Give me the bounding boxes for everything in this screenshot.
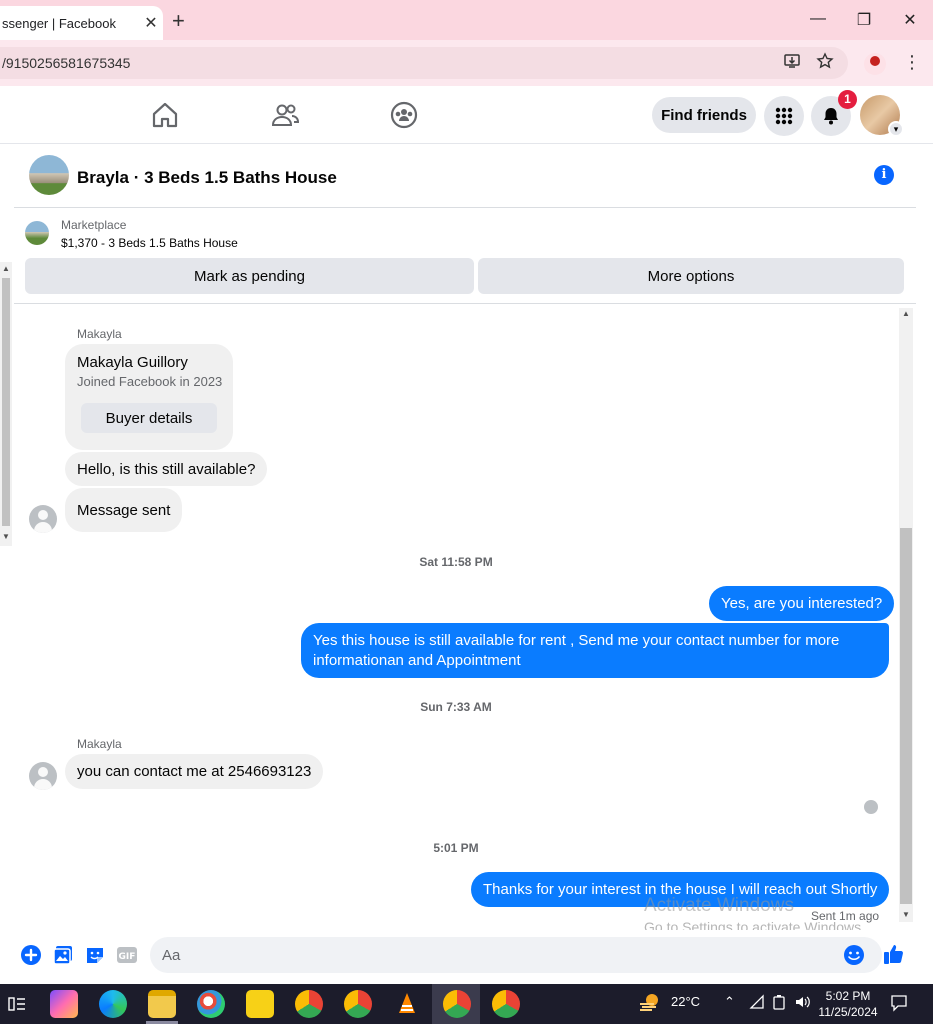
conversation-header: Brayla · 3 Beds 1.5 Baths House i <box>14 144 916 208</box>
message-bubble-outgoing[interactable]: Yes this house is still available for re… <box>301 623 889 678</box>
clock-date: 11/25/2024 <box>818 1005 878 1019</box>
buyer-card: Makayla Guillory Joined Facebook in 2023… <box>65 344 233 450</box>
sender-avatar[interactable] <box>29 762 57 790</box>
install-app-icon[interactable] <box>782 52 802 75</box>
listing-price-title[interactable]: $1,370 - 3 Beds 1.5 Baths House <box>61 236 238 250</box>
photo-icon[interactable] <box>52 944 74 966</box>
browser-profile-icon[interactable] <box>864 53 886 75</box>
plus-icon[interactable] <box>20 944 42 966</box>
volume-icon[interactable] <box>794 994 812 1013</box>
show-hidden-icons-chevron-icon[interactable]: ⌃ <box>724 994 735 1010</box>
notification-center-icon[interactable] <box>890 994 908 1015</box>
buyer-joined: Joined Facebook in 2023 <box>77 374 223 389</box>
activate-windows-title: Activate Windows <box>644 895 794 916</box>
tab-title: ssenger | Facebook <box>2 15 116 31</box>
chevron-down-icon: ▾ <box>888 121 904 137</box>
page-scrollbar-thumb[interactable] <box>2 278 10 526</box>
marketplace-label: Marketplace <box>61 218 127 232</box>
conversation-title[interactable]: Brayla · 3 Beds 1.5 Baths House <box>77 168 337 188</box>
message-thread: Makayla Makayla Guillory Joined Facebook… <box>14 304 916 930</box>
emoji-icon[interactable] <box>843 944 865 966</box>
message-bubble-outgoing[interactable]: Yes, are you interested? <box>709 586 895 621</box>
like-icon[interactable] <box>882 942 906 966</box>
thread-scrollbar-thumb[interactable] <box>900 528 912 904</box>
url-text: /9150256581675345 <box>2 55 131 71</box>
paint-icon[interactable] <box>197 990 225 1018</box>
sticky-notes-icon[interactable] <box>246 990 274 1018</box>
browser-tab-strip: ssenger | Facebook ✕ + — ❐ ✕ <box>0 0 933 40</box>
bell-icon <box>824 108 838 125</box>
svg-text:GIF: GIF <box>119 952 136 962</box>
listing-small-thumbnail[interactable] <box>25 221 49 245</box>
find-friends-button[interactable]: Find friends <box>652 97 756 133</box>
message-bubble-incoming[interactable]: Hello, is this still available? <box>65 452 268 486</box>
menu-grid-icon[interactable] <box>764 96 804 136</box>
gif-icon[interactable]: GIF <box>116 944 138 966</box>
groups-icon[interactable] <box>389 100 419 130</box>
chrome-icon[interactable] <box>344 990 372 1018</box>
tab-close-icon[interactable]: ✕ <box>139 13 163 33</box>
network-icon[interactable] <box>749 994 765 1013</box>
buyer-name: Makayla Guillory <box>77 354 188 371</box>
buyer-details-button[interactable]: Buyer details <box>81 403 217 433</box>
weather-temperature[interactable]: 22°C <box>671 994 700 1009</box>
home-icon[interactable] <box>150 100 180 130</box>
message-input[interactable] <box>150 937 882 973</box>
mark-as-pending-button[interactable]: Mark as pending <box>25 258 474 294</box>
sender-name: Makayla <box>77 737 122 751</box>
close-window-button[interactable]: ✕ <box>900 10 920 30</box>
scroll-down-arrow-icon[interactable]: ▼ <box>902 910 910 919</box>
copilot-icon[interactable] <box>50 990 78 1018</box>
browser-menu-icon[interactable]: ⋮ <box>903 52 921 73</box>
timestamp: 5:01 PM <box>433 841 479 855</box>
chrome-icon[interactable] <box>295 990 323 1018</box>
notification-badge: 1 <box>838 90 857 109</box>
chrome-icon[interactable] <box>492 990 520 1018</box>
info-icon[interactable]: i <box>874 165 894 185</box>
weather-icon[interactable] <box>638 992 662 1017</box>
timestamp: Sun 7:33 AM <box>420 700 492 714</box>
clock-time: 5:02 PM <box>825 989 871 1003</box>
listing-thumbnail[interactable] <box>29 155 69 195</box>
system-clock[interactable]: 5:02 PM 11/25/2024 <box>818 988 878 1020</box>
new-tab-button[interactable]: + <box>172 8 185 34</box>
facebook-top-nav: Find friends 1 ▾ <box>0 86 933 144</box>
minimize-button[interactable]: — <box>808 10 828 28</box>
bookmark-star-icon[interactable] <box>815 52 835 75</box>
address-bar[interactable]: /9150256581675345 <box>0 47 848 79</box>
message-bubble-incoming[interactable]: Message sent <box>65 488 183 532</box>
edge-browser-icon[interactable] <box>99 990 127 1018</box>
thread-scrollbar[interactable]: ▲ ▼ <box>899 308 913 922</box>
address-bar-area: /9150256581675345 <box>0 40 933 86</box>
chrome-icon[interactable] <box>443 990 471 1018</box>
sticker-icon[interactable] <box>84 944 106 966</box>
message-composer: GIF <box>14 930 916 982</box>
message-bubble-incoming[interactable]: you can contact me at 2546693123 <box>65 754 324 789</box>
file-explorer-icon[interactable] <box>148 990 176 1018</box>
task-view-icon[interactable] <box>3 990 31 1018</box>
vlc-icon[interactable] <box>393 990 421 1018</box>
restore-button[interactable]: ❐ <box>854 10 874 30</box>
scroll-up-arrow-icon[interactable]: ▲ <box>902 309 910 318</box>
sender-avatar[interactable] <box>29 505 57 533</box>
account-avatar[interactable]: ▾ <box>860 95 904 137</box>
scroll-up-arrow-icon[interactable]: ▲ <box>2 264 10 273</box>
windows-taskbar: 22°C ⌃ 5:02 PM 11/25/2024 <box>0 984 933 1024</box>
scroll-down-arrow-icon[interactable]: ▼ <box>2 532 10 541</box>
seen-indicator-avatar <box>864 800 878 814</box>
sender-name: Makayla <box>77 327 122 341</box>
browser-tab-messenger[interactable]: ssenger | Facebook ✕ <box>0 6 163 40</box>
friends-icon[interactable] <box>270 100 300 130</box>
marketplace-listing-bar: Marketplace $1,370 - 3 Beds 1.5 Baths Ho… <box>14 208 916 304</box>
battery-icon[interactable] <box>772 994 786 1013</box>
timestamp: Sat 11:58 PM <box>419 555 493 569</box>
page-scrollbar[interactable]: ▲ ▼ <box>0 262 12 546</box>
more-options-button[interactable]: More options <box>478 258 904 294</box>
